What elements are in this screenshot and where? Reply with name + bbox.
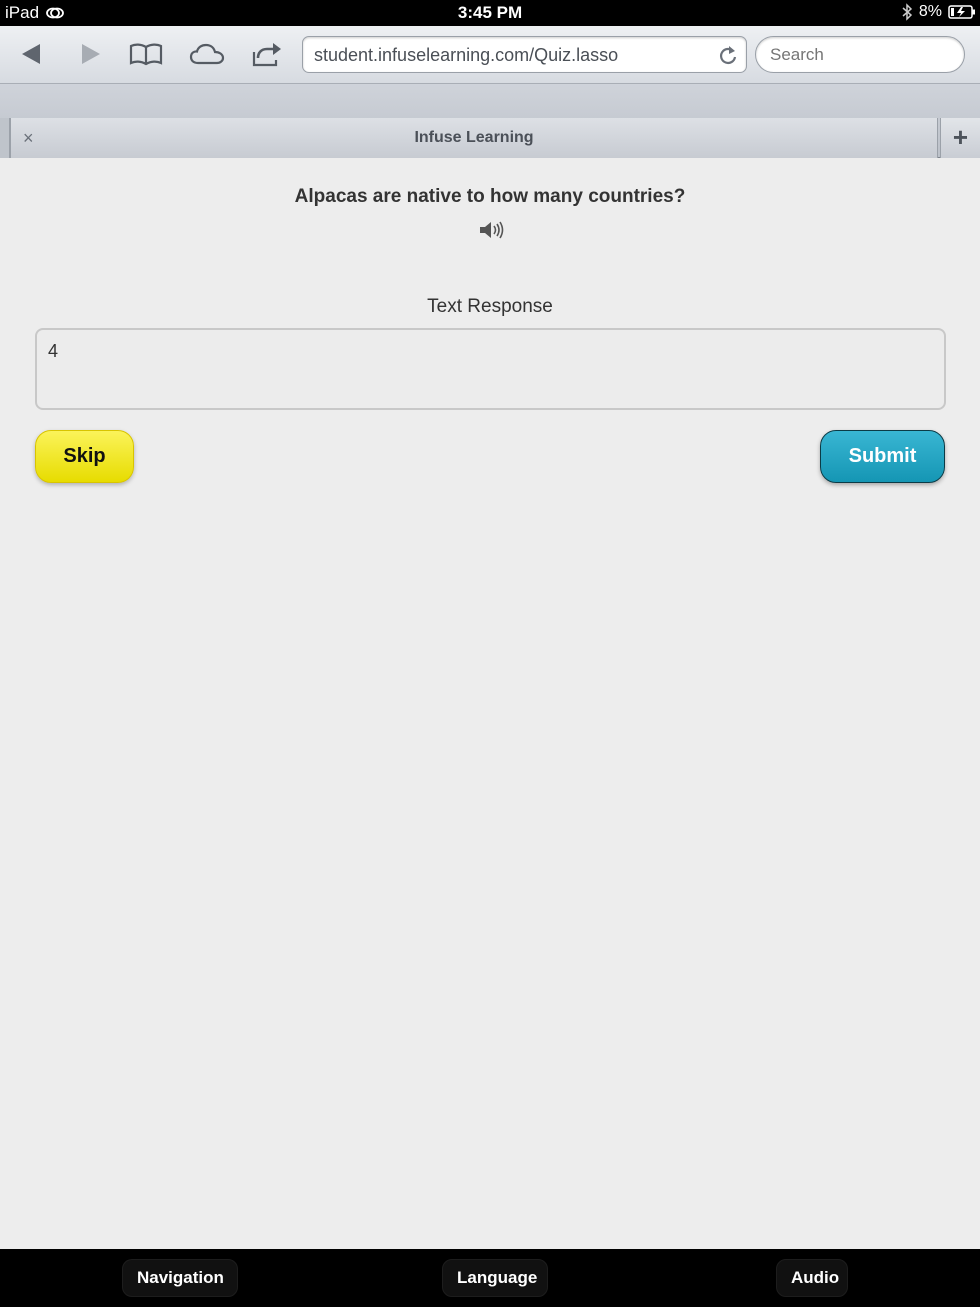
book-icon	[129, 43, 163, 66]
back-arrow-icon	[22, 44, 40, 64]
tab-title: Infuse Learning	[414, 129, 534, 146]
battery-percent: 8%	[918, 3, 942, 20]
question-text: Alpacas are native to how many countries…	[294, 186, 686, 207]
search-input[interactable]	[755, 36, 965, 73]
share-button[interactable]	[250, 38, 284, 70]
status-right: 8%	[901, 3, 976, 21]
submit-button[interactable]: Submit	[820, 430, 945, 483]
bookmarks-button[interactable]	[128, 38, 164, 70]
reload-icon[interactable]	[718, 44, 738, 66]
skip-button[interactable]: Skip	[35, 430, 134, 483]
audio-button[interactable]: Audio	[776, 1259, 848, 1297]
answer-field[interactable]: 4	[35, 328, 946, 410]
text-response-label: Text Response	[427, 296, 553, 317]
battery-icon	[948, 5, 975, 19]
bottom-bar: Navigation Language Audio	[0, 1249, 980, 1307]
forward-arrow-icon	[82, 44, 100, 64]
status-time: 3:45 PM	[457, 3, 523, 22]
icloud-tabs-button[interactable]	[188, 38, 226, 70]
status-bar: iPad 3:45 PM 8%	[0, 0, 980, 26]
new-tab-button[interactable]: +	[940, 118, 980, 158]
speaker-icon[interactable]	[478, 220, 504, 240]
address-bar[interactable]: student.infuselearning.com/Quiz.lasso	[302, 36, 747, 73]
bluetooth-icon	[902, 3, 912, 21]
back-button[interactable]	[18, 38, 44, 70]
navigation-button[interactable]: Navigation	[122, 1259, 238, 1297]
tab-infuse-learning[interactable]: × Infuse Learning	[10, 118, 938, 158]
tab-strip-edge	[0, 118, 10, 158]
browser-toolbar: student.infuselearning.com/Quiz.lasso	[0, 26, 980, 84]
cloud-icon	[189, 43, 225, 65]
forward-button[interactable]	[78, 38, 104, 70]
language-button[interactable]: Language	[442, 1259, 548, 1297]
quiz-page: Alpacas are native to how many countries…	[0, 158, 980, 1249]
share-icon	[252, 43, 281, 67]
tab-strip: × Infuse Learning +	[0, 84, 980, 158]
url-text: student.infuselearning.com/Quiz.lasso	[314, 45, 619, 65]
screen: iPad 3:45 PM 8% student.infuselearning.c…	[0, 0, 980, 1307]
